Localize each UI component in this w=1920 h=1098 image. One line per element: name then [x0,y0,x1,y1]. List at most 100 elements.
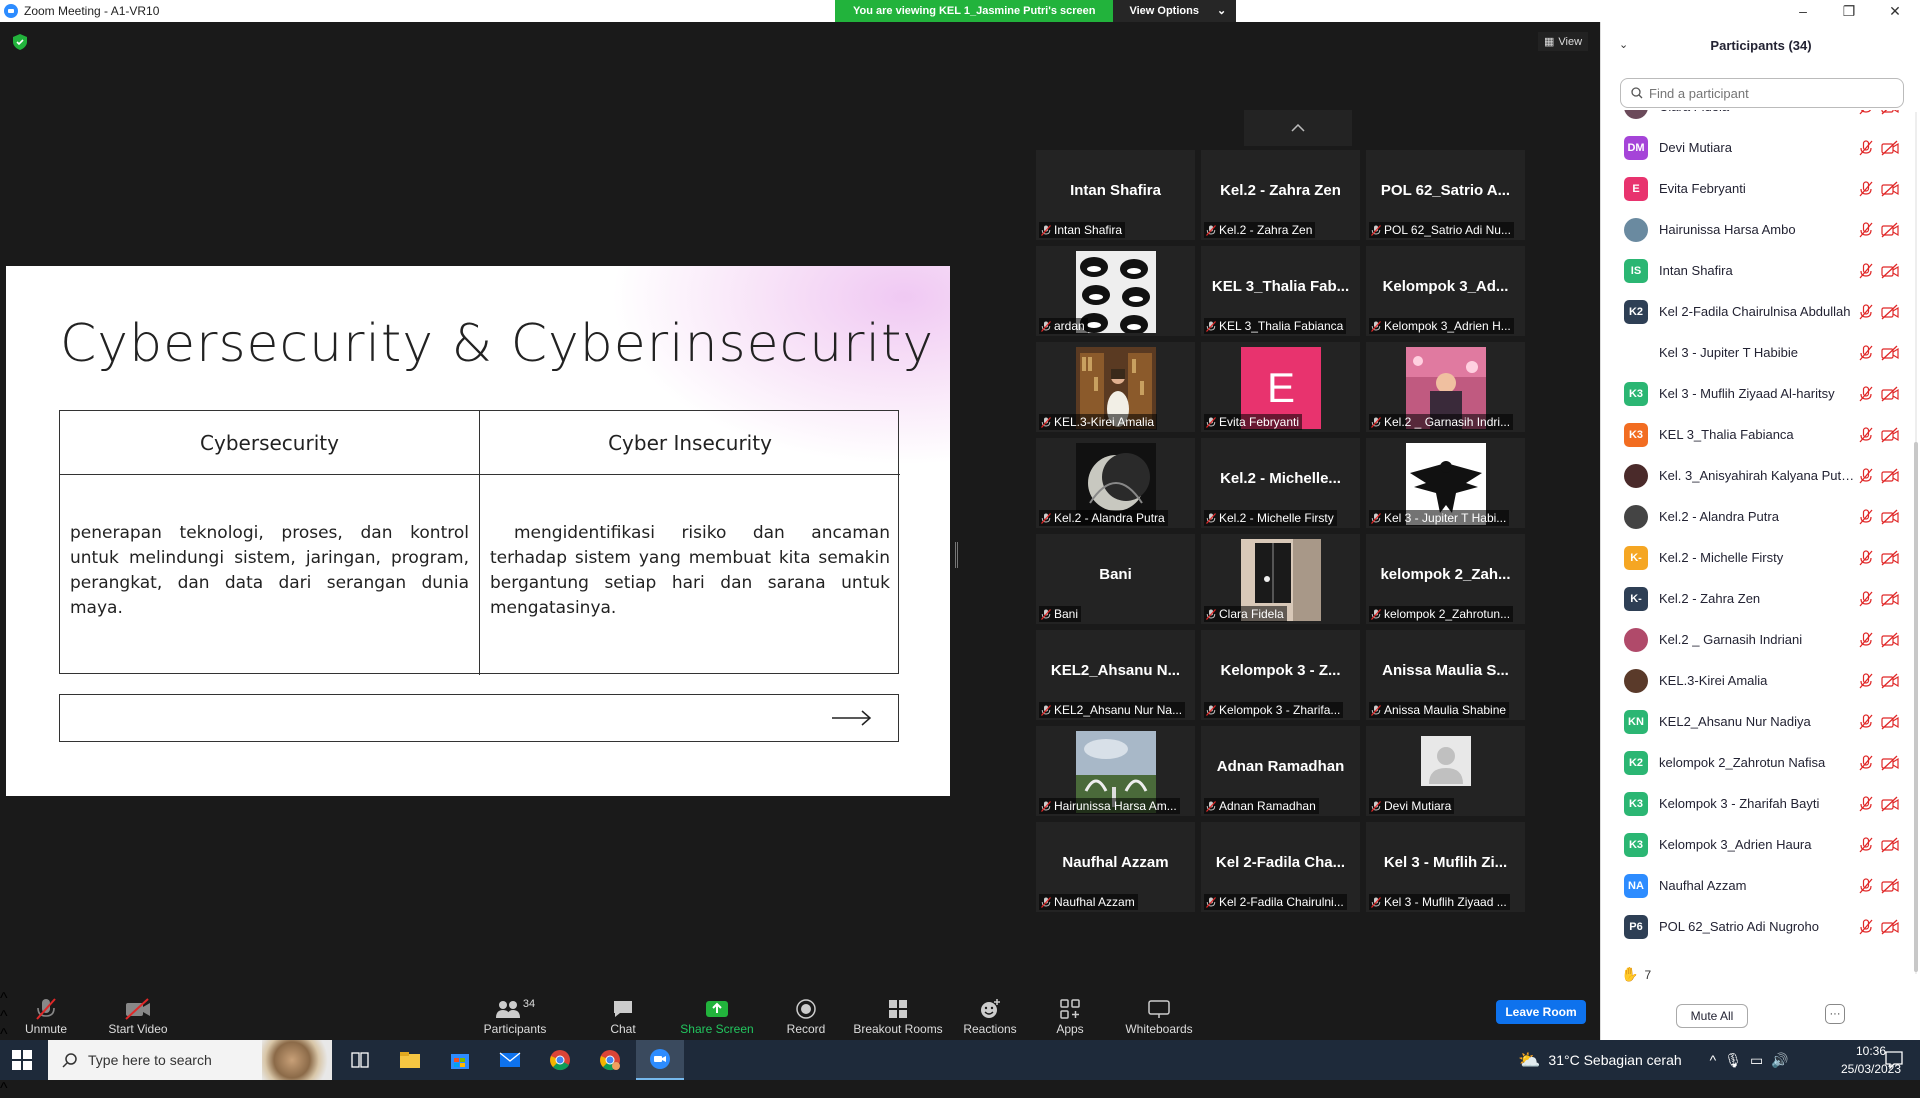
taskbar-search[interactable]: Type here to search [48,1040,332,1080]
video-tile[interactable]: Kel 2-Fadila Cha... Kel 2-Fadila Chairuln… [1201,822,1360,912]
microphone-off-icon[interactable] [1859,754,1873,771]
video-tile[interactable]: Kel 3 - Muflih Zi... Kel 3 - Muflih Ziyaa… [1366,822,1525,912]
camera-off-icon[interactable] [1881,509,1899,525]
weather-text[interactable]: 31°C Sebagian cerah [1548,1052,1681,1068]
start-video-button[interactable]: Start Video [104,990,172,1040]
participant-row[interactable]: K- Kel.2 - Zahra Zen [1601,578,1907,619]
participant-row[interactable]: Kel.2 - Alandra Putra [1601,496,1907,537]
zoom-taskbar-icon[interactable] [636,1040,684,1080]
video-tile[interactable]: Kel.2 _ Garnasih Indri... [1366,342,1525,432]
microsoft-store-icon[interactable] [436,1040,484,1080]
microphone-off-icon[interactable] [1859,590,1873,607]
video-tile[interactable]: Intan Shafira Intan Shafira [1036,150,1195,240]
participant-row[interactable]: Kel. 3_Anisyahirah Kalyana Putri... [1601,455,1907,496]
participant-row[interactable]: Kel.2 _ Garnasih Indriani [1601,619,1907,660]
camera-off-icon[interactable] [1881,673,1899,689]
camera-off-icon[interactable] [1881,386,1899,402]
microphone-off-icon[interactable] [1859,795,1873,812]
participant-row[interactable]: Kel 3 - Jupiter T Habibie [1601,332,1907,373]
record-button[interactable]: Record [786,990,826,1040]
chat-button[interactable]: Chat [608,990,638,1040]
view-button[interactable]: ▦ View [1538,32,1589,51]
microphone-icon[interactable]: 🎙 [1724,1052,1742,1069]
microphone-off-icon[interactable] [1859,713,1873,730]
participant-row[interactable]: K3 Kelompok 3_Adrien Haura [1601,824,1907,865]
participant-row[interactable]: IS Intan Shafira [1601,250,1907,291]
camera-off-icon[interactable] [1881,591,1899,607]
participant-row[interactable]: K3 Kelompok 3 - Zharifah Bayti [1601,783,1907,824]
notification-icon[interactable] [1884,1050,1904,1070]
participant-row[interactable]: K3 Kel 3 - Muflih Ziyaad Al-haritsy [1601,373,1907,414]
shield-icon[interactable] [13,34,27,50]
mute-all-button[interactable]: Mute All [1676,1004,1748,1028]
microphone-off-icon[interactable] [1859,549,1873,566]
video-tile[interactable]: POL 62_Satrio A... POL 62_Satrio Adi Nu..… [1366,150,1525,240]
camera-off-icon[interactable] [1881,222,1899,238]
video-tile[interactable]: Bani Bani [1036,534,1195,624]
camera-off-icon[interactable] [1881,345,1899,361]
microphone-off-icon[interactable] [1859,139,1873,156]
participant-row[interactable]: NA Naufhal Azzam [1601,865,1907,906]
close-button[interactable]: ✕ [1872,0,1918,22]
video-tile[interactable]: Kelompok 3_Ad... Kelompok 3_Adrien H... [1366,246,1525,336]
participants-button[interactable]: 34 Participants [480,990,550,1040]
camera-off-icon[interactable] [1881,263,1899,279]
camera-off-icon[interactable] [1881,796,1899,812]
video-tile[interactable]: Hairunissa Harsa Am... [1036,726,1195,816]
file-explorer-icon[interactable] [386,1040,434,1080]
microphone-off-icon[interactable] [1859,467,1873,484]
participant-row[interactable]: KEL.3-Kirei Amalia [1601,660,1907,701]
camera-off-icon[interactable] [1881,550,1899,566]
view-options-button[interactable]: View Options ⌄ [1113,0,1237,22]
chrome-profile-icon[interactable] [586,1040,634,1080]
microphone-off-icon[interactable] [1859,344,1873,361]
microphone-off-icon[interactable] [1859,221,1873,238]
video-tile[interactable]: KEL2_Ahsanu N... KEL2_Ahsanu Nur Na... [1036,630,1195,720]
camera-off-icon[interactable] [1881,468,1899,484]
network-icon[interactable]: ▭ [1750,1052,1763,1069]
minimize-button[interactable]: – [1780,0,1826,22]
weather-icon[interactable]: ⛅ [1518,1050,1540,1071]
video-tile[interactable]: Naufhal Azzam Naufhal Azzam [1036,822,1195,912]
participant-row[interactable]: KN KEL2_Ahsanu Nur Nadiya [1601,701,1907,742]
mail-icon[interactable] [486,1040,534,1080]
camera-off-icon[interactable] [1881,181,1899,197]
video-tile[interactable]: Anissa Maulia S... Anissa Maulia Shabine [1366,630,1525,720]
participant-row[interactable]: K2 kelompok 2_Zahrotun Nafisa [1601,742,1907,783]
microphone-off-icon[interactable] [1859,508,1873,525]
participant-row[interactable]: K2 Kel 2-Fadila Chairulnisa Abdullah [1601,291,1907,332]
microphone-off-icon[interactable] [1859,918,1873,935]
video-tile[interactable]: Kel.2 - Michelle... Kel.2 - Michelle Firs… [1201,438,1360,528]
camera-off-icon[interactable] [1881,304,1899,320]
camera-off-icon[interactable] [1881,878,1899,894]
participant-row[interactable]: Hairunissa Harsa Ambo [1601,209,1907,250]
camera-off-icon[interactable] [1881,755,1899,771]
task-view-icon[interactable] [336,1040,384,1080]
video-tile[interactable]: Clara Fidela [1201,534,1360,624]
participant-row[interactable]: Clara Fidela [1601,110,1907,127]
microphone-off-icon[interactable] [1859,385,1873,402]
apps-button[interactable]: Apps [1054,990,1086,1040]
windows-start-icon[interactable] [12,1050,32,1070]
participant-row[interactable]: P6 POL 62_Satrio Adi Nugroho [1601,906,1907,947]
whiteboards-button[interactable]: Whiteboards [1124,990,1194,1040]
microphone-off-icon[interactable] [1859,426,1873,443]
microphone-off-icon[interactable] [1859,672,1873,689]
breakout-rooms-button[interactable]: Breakout Rooms [852,990,944,1040]
maximize-button[interactable]: ❐ [1826,0,1872,22]
microphone-off-icon[interactable] [1859,180,1873,197]
volume-icon[interactable]: 🔊 [1771,1052,1788,1069]
microphone-off-icon[interactable] [1859,110,1873,115]
find-participant-input[interactable] [1649,85,1889,101]
video-tile[interactable]: Kel 3 - Jupiter T Habi... [1366,438,1525,528]
video-tile[interactable]: Kel.2 - Zahra Zen Kel.2 - Zahra Zen [1201,150,1360,240]
video-tile[interactable]: Devi Mutiara [1366,726,1525,816]
participant-list-scrollbar[interactable] [1913,112,1919,974]
video-tile[interactable]: KEL 3_Thalia Fab... KEL 3_Thalia Fabianca [1201,246,1360,336]
microphone-off-icon[interactable] [1859,631,1873,648]
participant-row[interactable]: K3 KEL 3_Thalia Fabianca [1601,414,1907,455]
video-tile[interactable]: kelompok 2_Zah... kelompok 2_Zahrotun... [1366,534,1525,624]
video-tile[interactable]: E Evita Febryanti [1201,342,1360,432]
participant-row[interactable]: K- Kel.2 - Michelle Firsty [1601,537,1907,578]
video-tile[interactable]: ardan [1036,246,1195,336]
